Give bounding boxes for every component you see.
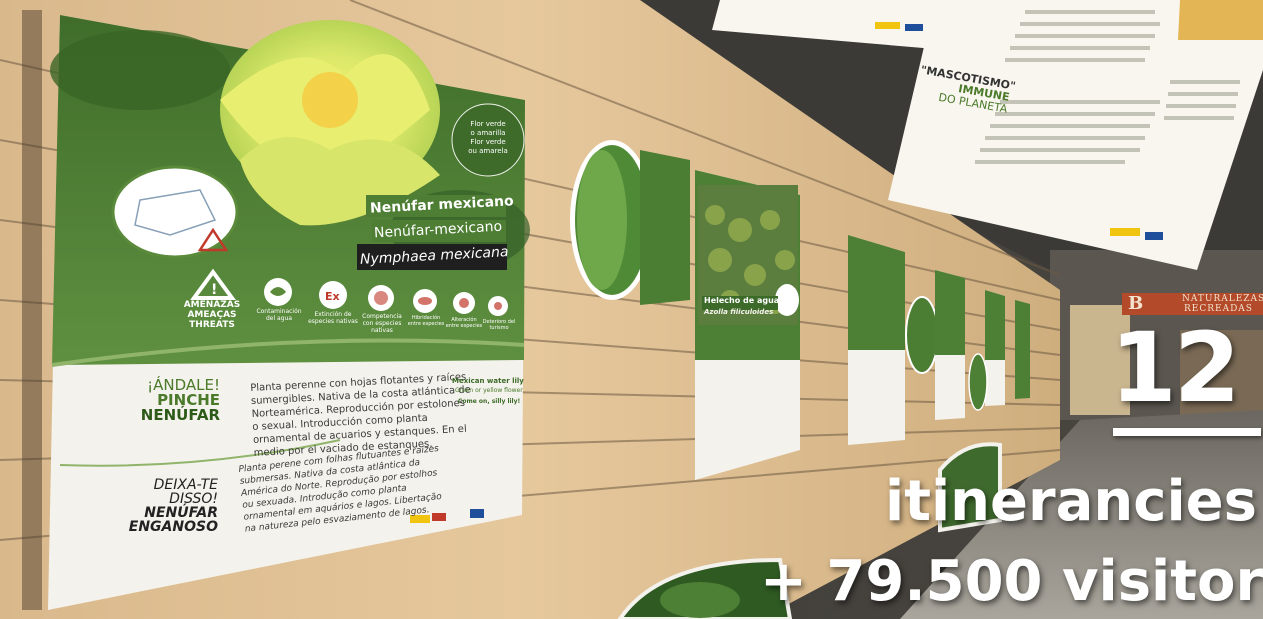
svg-text:Ex: Ex	[325, 290, 340, 303]
threat-label-4: Hibridación entre especies	[407, 315, 445, 327]
slogan-es: ¡ÁNDALE! PINCHE NENÚFAR	[140, 376, 220, 424]
itinerancies-count: 12	[1110, 312, 1241, 424]
flower-note: Flor verde o amarilla Flor verde ou amar…	[468, 120, 508, 155]
svg-text:!: !	[211, 282, 217, 298]
azolla-title: Helecho de agua	[704, 296, 780, 305]
threat-label-5: Alteración entre especies	[445, 317, 483, 329]
english-subtitle: Green or yellow flower	[455, 387, 523, 394]
itinerancies-label: itinerancies	[885, 469, 1257, 534]
threat-label-6: Deterioro del turismo	[482, 319, 516, 331]
description-es: Planta perenne con hojas flotantes y raí…	[250, 371, 472, 459]
threat-label-3: Competencia con especies nativas	[362, 313, 402, 334]
threat-label-2: Extinción de especies nativas	[308, 311, 358, 325]
threat-label-1: Contaminación del agua	[256, 308, 302, 322]
english-title: Mexican water lily	[452, 377, 524, 385]
threats-heading: AMENAZAS AMEAÇAS THREATS	[183, 300, 241, 330]
sign-line-1: NATURALEZAS	[1182, 294, 1263, 304]
slogan-pt: DEIXA-TE DISSO! NENÚFAR ENGANOSO	[128, 477, 218, 535]
azolla-sci-name: Azolla filiculoides	[704, 308, 774, 316]
visitors-count: + 79.500 visitors	[760, 549, 1263, 614]
english-heading: Come on, silly lily!	[458, 398, 521, 405]
count-underline	[1113, 428, 1261, 436]
sign-letter: B	[1128, 293, 1144, 314]
